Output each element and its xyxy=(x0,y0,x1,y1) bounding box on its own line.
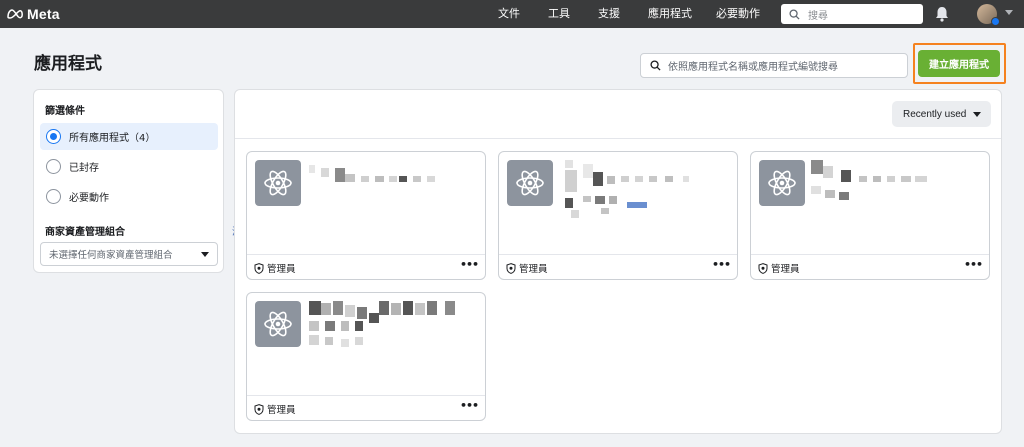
more-options-icon[interactable]: ••• xyxy=(460,258,479,271)
chevron-down-icon xyxy=(201,252,209,257)
create-app-button[interactable]: 建立應用程式 xyxy=(918,50,1000,77)
nav-search-input[interactable]: 搜尋 xyxy=(781,4,923,24)
panel-divider xyxy=(235,138,1001,139)
role-badge: 管理員 xyxy=(254,402,296,416)
page-title: 應用程式 xyxy=(34,54,102,74)
filter-option-all-apps[interactable]: 所有應用程式（4） xyxy=(40,123,218,150)
more-options-icon[interactable]: ••• xyxy=(964,258,983,271)
facebook-badge-icon xyxy=(991,17,1000,26)
app-atom-icon xyxy=(507,160,553,206)
role-badge: 管理員 xyxy=(254,261,296,275)
filter-title: 篩選條件 xyxy=(45,106,85,117)
filter-option-label: 所有應用程式（4） xyxy=(69,133,156,144)
nav-link-apps[interactable]: 應用程式 xyxy=(648,7,692,21)
filter-option-label: 必要動作 xyxy=(69,193,109,204)
app-atom-icon xyxy=(759,160,805,206)
card-divider xyxy=(751,254,989,255)
business-manager-select[interactable]: 未選擇任何商家資產管理組合 xyxy=(40,242,218,266)
filter-option-required-actions[interactable]: 必要動作 xyxy=(40,183,218,210)
sort-dropdown[interactable]: Recently used xyxy=(892,101,991,127)
nav-link-support[interactable]: 支援 xyxy=(598,7,620,21)
avatar[interactable] xyxy=(977,4,1000,26)
brand-name: Meta xyxy=(27,6,60,22)
nav-link-docs[interactable]: 文件 xyxy=(498,7,520,21)
search-icon xyxy=(650,60,661,71)
nav-link-required-actions[interactable]: 必要動作 xyxy=(716,7,760,21)
more-options-icon[interactable]: ••• xyxy=(712,258,731,271)
chevron-down-icon xyxy=(973,112,981,117)
role-label: 管理員 xyxy=(771,264,800,275)
radio-unselected[interactable] xyxy=(46,159,61,174)
shield-icon xyxy=(254,262,264,274)
account-chevron-down-icon[interactable] xyxy=(1005,10,1013,15)
filter-option-archived[interactable]: 已封存 xyxy=(40,153,218,180)
app-card[interactable]: 管理員 ••• xyxy=(498,151,738,280)
role-label: 管理員 xyxy=(519,264,548,275)
role-label: 管理員 xyxy=(267,405,296,416)
meta-logo[interactable]: Meta xyxy=(6,5,60,23)
shield-icon xyxy=(254,403,264,415)
card-divider xyxy=(499,254,737,255)
app-card[interactable]: 管理員 ••• xyxy=(246,292,486,421)
card-divider xyxy=(247,395,485,396)
role-badge: 管理員 xyxy=(758,261,800,275)
business-manager-label: 商家資產管理組合 xyxy=(45,227,125,238)
apps-panel: Recently used 管理員 ••• 管理員 ••• 管理員 ••• 管理… xyxy=(234,89,1002,434)
role-label: 管理員 xyxy=(267,264,296,275)
search-icon xyxy=(789,8,800,20)
card-divider xyxy=(247,254,485,255)
app-card[interactable]: 管理員 ••• xyxy=(750,151,990,280)
meta-infinity-icon xyxy=(7,9,23,19)
business-manager-select-value: 未選擇任何商家資產管理組合 xyxy=(49,250,173,261)
bell-icon[interactable] xyxy=(935,6,949,22)
app-card[interactable]: 管理員 ••• xyxy=(246,151,486,280)
app-search-input[interactable]: 依照應用程式名稱或應用程式編號搜尋 xyxy=(640,53,908,78)
sort-dropdown-label: Recently used xyxy=(903,108,967,120)
filter-option-label: 已封存 xyxy=(69,163,99,174)
top-nav: Meta 文件 工具 支援 應用程式 必要動作 搜尋 xyxy=(0,0,1024,28)
app-search-placeholder: 依照應用程式名稱或應用程式編號搜尋 xyxy=(668,62,838,73)
role-badge: 管理員 xyxy=(506,261,548,275)
more-options-icon[interactable]: ••• xyxy=(460,399,479,412)
nav-search-placeholder: 搜尋 xyxy=(808,10,828,22)
shield-icon xyxy=(758,262,768,274)
radio-unselected[interactable] xyxy=(46,189,61,204)
nav-link-tools[interactable]: 工具 xyxy=(548,7,570,21)
filter-panel: 篩選條件 所有應用程式（4） 已封存 必要動作 商家資產管理組合 清除 未選擇任… xyxy=(33,89,252,273)
radio-selected[interactable] xyxy=(46,129,61,144)
app-atom-icon xyxy=(255,301,301,347)
shield-icon xyxy=(506,262,516,274)
app-atom-icon xyxy=(255,160,301,206)
